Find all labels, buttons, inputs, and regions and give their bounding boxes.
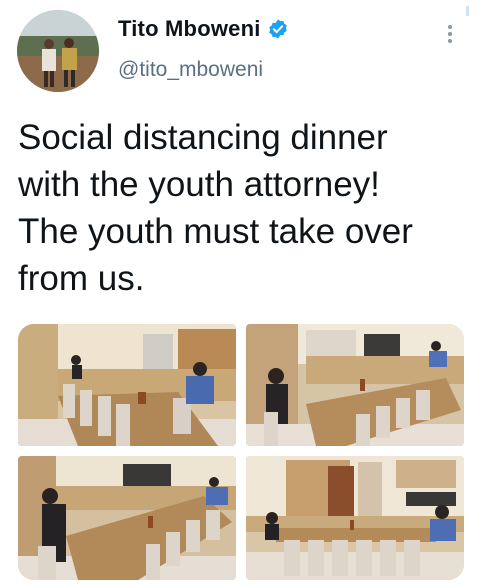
avatar[interactable]	[17, 10, 99, 92]
tweet-header: Tito Mboweni @tito_mboweni	[0, 0, 480, 100]
verified-badge-icon	[267, 18, 289, 40]
media-grid	[18, 324, 464, 580]
author-name-row[interactable]: Tito Mboweni	[118, 16, 289, 42]
media-photo-2[interactable]	[246, 324, 464, 446]
author-display-name[interactable]: Tito Mboweni	[118, 16, 261, 42]
media-photo-3[interactable]	[18, 456, 236, 580]
more-options-icon[interactable]	[444, 22, 456, 46]
tweet-text: Social distancing dinner with the youth …	[18, 118, 413, 298]
media-photo-4[interactable]	[246, 456, 464, 580]
media-photo-1[interactable]	[18, 324, 236, 446]
author-handle[interactable]: @tito_mboweni	[118, 58, 263, 82]
